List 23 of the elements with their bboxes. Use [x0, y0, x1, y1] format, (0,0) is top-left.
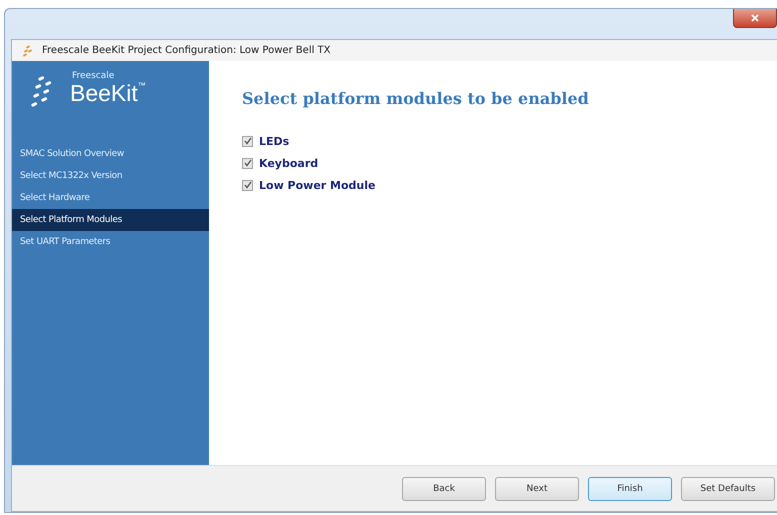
checkbox[interactable] [242, 158, 253, 168]
sidebar-item[interactable]: Select Hardware [12, 187, 209, 209]
dialog-button[interactable]: Finish [588, 476, 672, 500]
dialog-button[interactable]: Back [402, 476, 486, 500]
sidebar-item[interactable]: Set UART Parameters [12, 231, 209, 253]
dialog-button[interactable]: Set Defaults [681, 476, 775, 500]
close-icon [750, 14, 760, 22]
sidebar-item[interactable]: Select Platform Modules [12, 209, 209, 231]
app-icon [22, 44, 34, 56]
checkbox-label: Keyboard [259, 156, 318, 170]
trademark-mark: ™ [138, 81, 146, 90]
sidebar-item[interactable]: Select MC1322x Version [12, 165, 209, 187]
product-name: BeeKit [70, 81, 138, 105]
checkbox-label: Low Power Module [259, 178, 376, 192]
checkbox[interactable] [242, 180, 253, 190]
brand-name: Freescale [72, 71, 116, 81]
window-title: Freescale BeeKit Project Configuration: Low Power Bell TX [42, 45, 331, 56]
page-heading: Select platform modules to be enabled [242, 89, 590, 108]
checkbox-label: LEDs [259, 134, 290, 148]
checkbox[interactable] [242, 136, 253, 146]
dialog-button[interactable]: Next [495, 476, 579, 500]
close-button[interactable] [733, 9, 777, 28]
sidebar-item[interactable]: SMAC Solution Overview [12, 143, 209, 165]
